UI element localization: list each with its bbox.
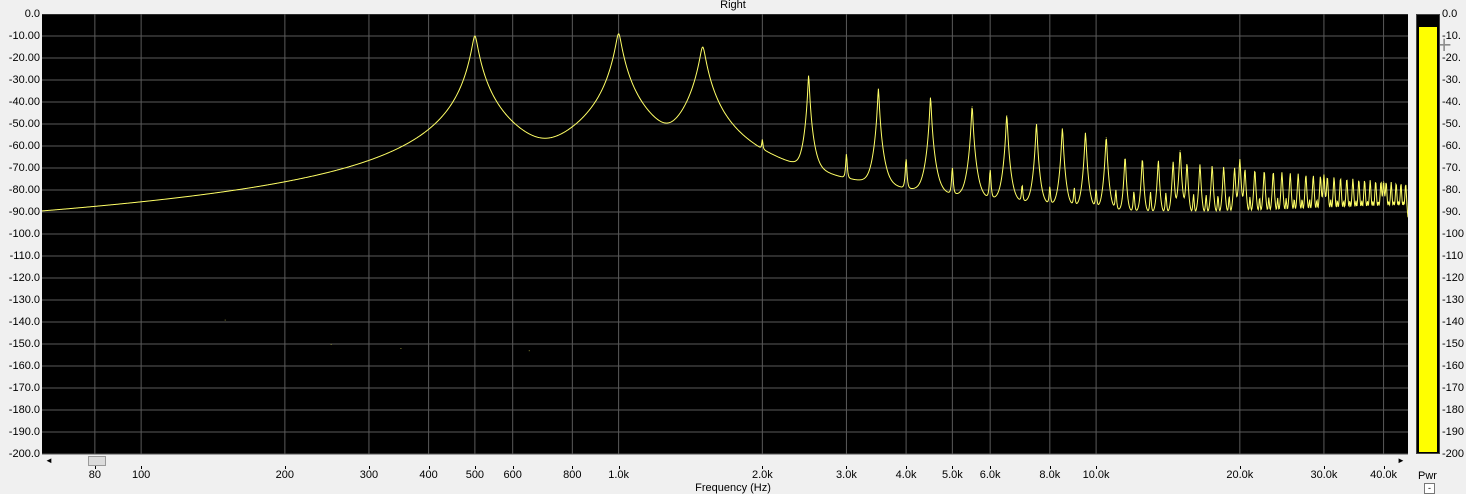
x-tick-label: 80 [88,469,101,481]
meter-scale-label: -30. [1442,74,1461,86]
y-tick-label: -170.0 [8,382,40,394]
x-tick-label: 500 [465,469,485,481]
y-tick-label: -70.00 [8,162,40,174]
y-tick-label: -100.0 [8,228,40,240]
x-tick-label: 3.0k [836,469,857,481]
meter-scale-label: -120 [1442,272,1465,284]
y-tick-label: -80.00 [8,184,40,196]
meter-scale-label: -50. [1442,118,1461,130]
power-meter [1416,14,1440,454]
spectrum-plot[interactable]: S+ [42,14,1452,454]
y-tick-label: -190.0 [8,426,40,438]
meter-scale-label: -190 [1442,426,1465,438]
x-axis-title: Frequency (Hz) [695,482,771,494]
scroll-thumb[interactable] [88,456,106,466]
meter-scale-label: -170 [1442,382,1465,394]
meter-scale-label: -110 [1442,250,1464,262]
x-tick-label: 300 [359,469,379,481]
y-tick-label: -160.0 [8,360,40,372]
spectrum-svg [42,14,1408,454]
scroll-left-icon[interactable]: ◄ [42,455,56,466]
x-tick-label: 4.0k [895,469,917,481]
y-tick-label: -180.0 [8,404,40,416]
x-tick-label: 800 [563,469,582,481]
y-tick-label: -90.00 [8,206,40,218]
meter-label: Pwr [1418,470,1437,482]
meter-scale-label: -80. [1442,184,1461,196]
y-tick-label: 0.0 [24,8,40,20]
x-tick-label: 1.0k [608,469,630,481]
y-tick-label: -40.00 [8,96,40,108]
collapse-button[interactable]: - [1424,483,1435,494]
x-tick-label: 5.0k [941,469,963,481]
x-tick-label: 400 [419,469,438,481]
scroll-right-icon[interactable]: ► [1394,455,1408,466]
y-tick-label: -200.0 [8,448,40,460]
x-tick-label: 20.0k [1226,469,1254,481]
chart-title: Right [720,0,746,11]
y-tick-label: -60.00 [8,140,40,152]
y-tick-label: -20.00 [8,52,40,64]
meter-scale-label: -70. [1442,162,1461,174]
meter-scale-label: -10. [1442,30,1461,42]
x-tick-label: 40.0k [1370,469,1398,481]
x-tick-label: 100 [131,469,151,481]
y-tick-label: -30.00 [8,74,40,86]
y-tick-label: -110.0 [9,250,40,262]
meter-scale-label: -200 [1442,448,1465,460]
meter-scale-label: -90. [1442,206,1461,218]
meter-scale-label: -20. [1442,52,1461,64]
y-tick-label: -50.00 [8,118,40,130]
meter-scale-label: -60. [1442,140,1461,152]
y-tick-label: -10.00 [8,30,40,42]
x-tick-label: 30.0k [1310,469,1338,481]
meter-scale-label: -100 [1442,228,1465,240]
meter-scale-label: -40. [1442,96,1461,108]
x-tick-label: 2.0k [751,469,773,481]
meter-scale-label: -140 [1442,316,1465,328]
y-tick-label: -120.0 [8,272,40,284]
meter-scale-label: 0.0 [1442,8,1458,20]
meter-scale-label: -130 [1442,294,1465,306]
horizontal-scrollbar[interactable]: ◄ ► [42,454,1408,466]
power-meter-fill [1419,27,1437,452]
meter-scale-label: -180 [1442,404,1465,416]
y-tick-label: -150.0 [8,338,40,350]
x-tick-label: 10.0k [1082,469,1110,481]
x-tick-label: 8.0k [1039,469,1061,481]
x-tick-label: 6.0k [979,469,1001,481]
y-tick-label: -140.0 [8,316,40,328]
x-tick-label: 600 [503,469,522,481]
meter-scale-label: -150 [1442,338,1465,350]
meter-scale-label: -160 [1442,360,1465,372]
x-tick-label: 200 [275,469,295,481]
y-tick-label: -130.0 [8,294,40,306]
